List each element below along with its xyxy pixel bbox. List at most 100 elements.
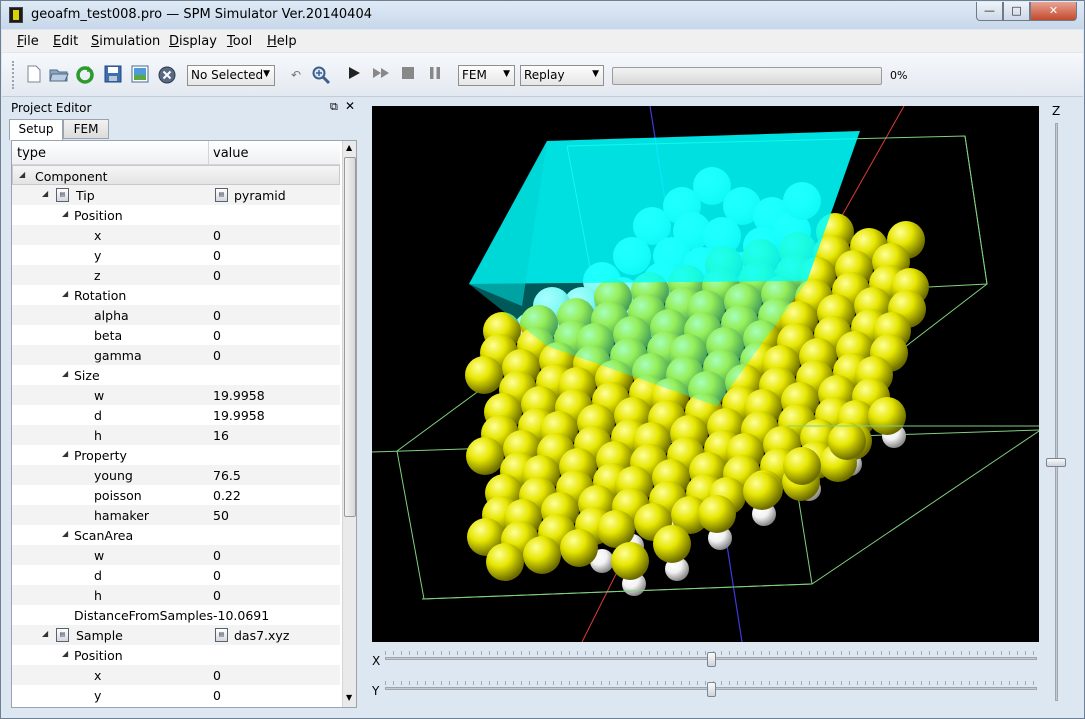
tree-row[interactable]: ◢ ▤ Sample ▤ das7.xyz xyxy=(12,625,340,645)
pause-icon[interactable] xyxy=(425,65,445,85)
play-icon[interactable] xyxy=(344,65,364,85)
tree-row[interactable]: y0 xyxy=(12,685,340,705)
tree-row[interactable]: hamaker 50 xyxy=(12,505,340,525)
tree-row[interactable]: ◢ Rotation xyxy=(12,285,340,305)
maximize-button[interactable]: □ xyxy=(1003,2,1030,21)
menu-tool[interactable]: Tool xyxy=(227,34,252,49)
x-slider[interactable] xyxy=(385,651,1037,667)
mode-combo[interactable]: FEM ▼ xyxy=(458,65,515,86)
save-icon[interactable] xyxy=(103,65,123,85)
tree-row-value[interactable]: 50 xyxy=(213,508,229,523)
toolbar-grip[interactable] xyxy=(12,61,15,89)
replay-combo[interactable]: Replay ▼ xyxy=(520,65,604,86)
selection-combo[interactable]: No Selected ▼ xyxy=(187,65,275,86)
tree-row[interactable]: d 19.9958 xyxy=(12,405,340,425)
close-button[interactable]: ✕ xyxy=(1030,2,1077,21)
tree-row[interactable]: h 16 xyxy=(12,425,340,445)
tree-row-value[interactable]: pyramid xyxy=(234,188,286,203)
tree-row[interactable]: ◢ ScanArea xyxy=(12,525,340,545)
vertical-scrollbar[interactable]: ▲ ▼ xyxy=(342,141,356,707)
tree-row-value[interactable]: 76.5 xyxy=(213,468,241,483)
expand-toggle-icon[interactable]: ◢ xyxy=(62,289,68,298)
tree-row-value[interactable]: 19.9958 xyxy=(213,388,265,403)
tree-row[interactable]: x0 xyxy=(12,665,340,685)
expand-toggle-icon[interactable]: ◢ xyxy=(62,529,68,538)
tab-fem[interactable]: FEM xyxy=(63,119,109,139)
expand-toggle-icon[interactable]: ◢ xyxy=(62,209,68,218)
tree-row-value[interactable]: 0 xyxy=(213,568,221,583)
reload-icon[interactable] xyxy=(75,65,95,85)
tree-row[interactable]: d0 xyxy=(12,565,340,585)
tree-row-value[interactable]: 0 xyxy=(213,688,221,703)
tree-row[interactable]: h0 xyxy=(12,585,340,605)
z-slider-thumb[interactable] xyxy=(1046,458,1066,468)
expand-toggle-icon[interactable]: ◢ xyxy=(62,369,68,378)
tree-row[interactable]: ◢ Position xyxy=(12,205,340,225)
float-icon[interactable]: ⧉ xyxy=(330,100,338,114)
tree-row-value[interactable]: 19.9958 xyxy=(213,408,265,423)
tree-row[interactable]: gamma 0 xyxy=(12,345,340,365)
tree-row-value[interactable]: 0 xyxy=(213,588,221,603)
tree-row[interactable]: ◢ Size xyxy=(12,365,340,385)
tree-row-value[interactable]: 0.22 xyxy=(213,488,241,503)
tree-row-value[interactable]: 0 xyxy=(213,228,221,243)
tree-row-value[interactable]: 0 xyxy=(213,668,221,683)
expand-toggle-icon[interactable]: ◢ xyxy=(19,170,25,179)
column-divider[interactable] xyxy=(208,141,209,165)
tree-row-value[interactable]: 0 xyxy=(213,328,221,343)
image-icon[interactable] xyxy=(130,65,150,85)
menu-display[interactable]: Display xyxy=(169,34,217,49)
tree-row-value[interactable]: 16 xyxy=(213,428,229,443)
zoom-icon[interactable] xyxy=(311,65,331,85)
tree-row[interactable]: ◢ Component xyxy=(12,165,340,185)
tree-row[interactable]: ◢ Position xyxy=(12,645,340,665)
tree-row[interactable]: ◢ ▤ Tip ▤ pyramid xyxy=(12,185,340,205)
tree-row-value[interactable]: 0 xyxy=(213,268,221,283)
undo-icon[interactable]: ↶ xyxy=(286,65,306,85)
menu-simulation[interactable]: Simulation xyxy=(91,34,160,49)
tree-row-value[interactable]: das7.xyz xyxy=(234,628,289,643)
expand-toggle-icon[interactable]: ◢ xyxy=(62,649,68,658)
fast-forward-icon[interactable] xyxy=(371,65,391,85)
tree-row-value[interactable]: 0 xyxy=(213,308,221,323)
menu-edit[interactable]: Edit xyxy=(53,34,78,49)
close-icon[interactable]: ✕ xyxy=(345,99,355,113)
tab-setup[interactable]: Setup xyxy=(9,119,63,140)
column-header-value[interactable]: value xyxy=(213,146,249,161)
stop-circle-icon[interactable] xyxy=(157,65,177,85)
scroll-down-icon[interactable]: ▼ xyxy=(346,693,352,702)
tree-row[interactable]: z0 xyxy=(12,265,340,285)
tree-row-value[interactable]: 0 xyxy=(213,548,221,563)
expand-toggle-icon[interactable]: ◢ xyxy=(42,629,48,638)
tree-row[interactable]: young 76.5 xyxy=(12,465,340,485)
tree-row[interactable]: alpha 0 xyxy=(12,305,340,325)
column-header-type[interactable]: type xyxy=(17,146,46,161)
tree-row[interactable]: x0 xyxy=(12,225,340,245)
tree-row[interactable]: poisson 0.22 xyxy=(12,485,340,505)
stop-icon[interactable] xyxy=(398,65,418,85)
open-folder-icon[interactable] xyxy=(49,65,69,85)
menu-file[interactable]: File xyxy=(17,34,39,49)
tree-row[interactable]: y0 xyxy=(12,245,340,265)
tree-row[interactable]: w 19.9958 xyxy=(12,385,340,405)
scroll-up-icon[interactable]: ▲ xyxy=(346,143,352,152)
tree-row[interactable]: DistanceFromSamples -10.0691 xyxy=(12,605,340,625)
y-slider-thumb[interactable] xyxy=(707,682,716,697)
menu-help[interactable]: Help xyxy=(267,34,297,49)
tree-row-value[interactable]: 0 xyxy=(213,248,221,263)
x-slider-thumb[interactable] xyxy=(707,652,716,667)
new-file-icon[interactable] xyxy=(24,65,44,85)
tree-row[interactable]: ◢ Property xyxy=(12,445,340,465)
3d-viewport[interactable] xyxy=(372,106,1039,642)
y-slider[interactable] xyxy=(385,681,1037,697)
tree-row-value[interactable]: -10.0691 xyxy=(213,608,269,623)
tree-row[interactable]: beta 0 xyxy=(12,325,340,345)
z-slider[interactable] xyxy=(1046,123,1066,701)
scrollbar-thumb[interactable] xyxy=(344,157,356,517)
expand-toggle-icon[interactable]: ◢ xyxy=(62,449,68,458)
minimize-button[interactable]: — xyxy=(976,2,1003,21)
tree-row-value[interactable]: 0 xyxy=(213,348,221,363)
tree-row[interactable]: w0 xyxy=(12,545,340,565)
expand-toggle-icon[interactable]: ◢ xyxy=(42,189,48,198)
title-bar[interactable]: geoafm_test008.pro — SPM Simulator Ver.2… xyxy=(1,1,1084,29)
